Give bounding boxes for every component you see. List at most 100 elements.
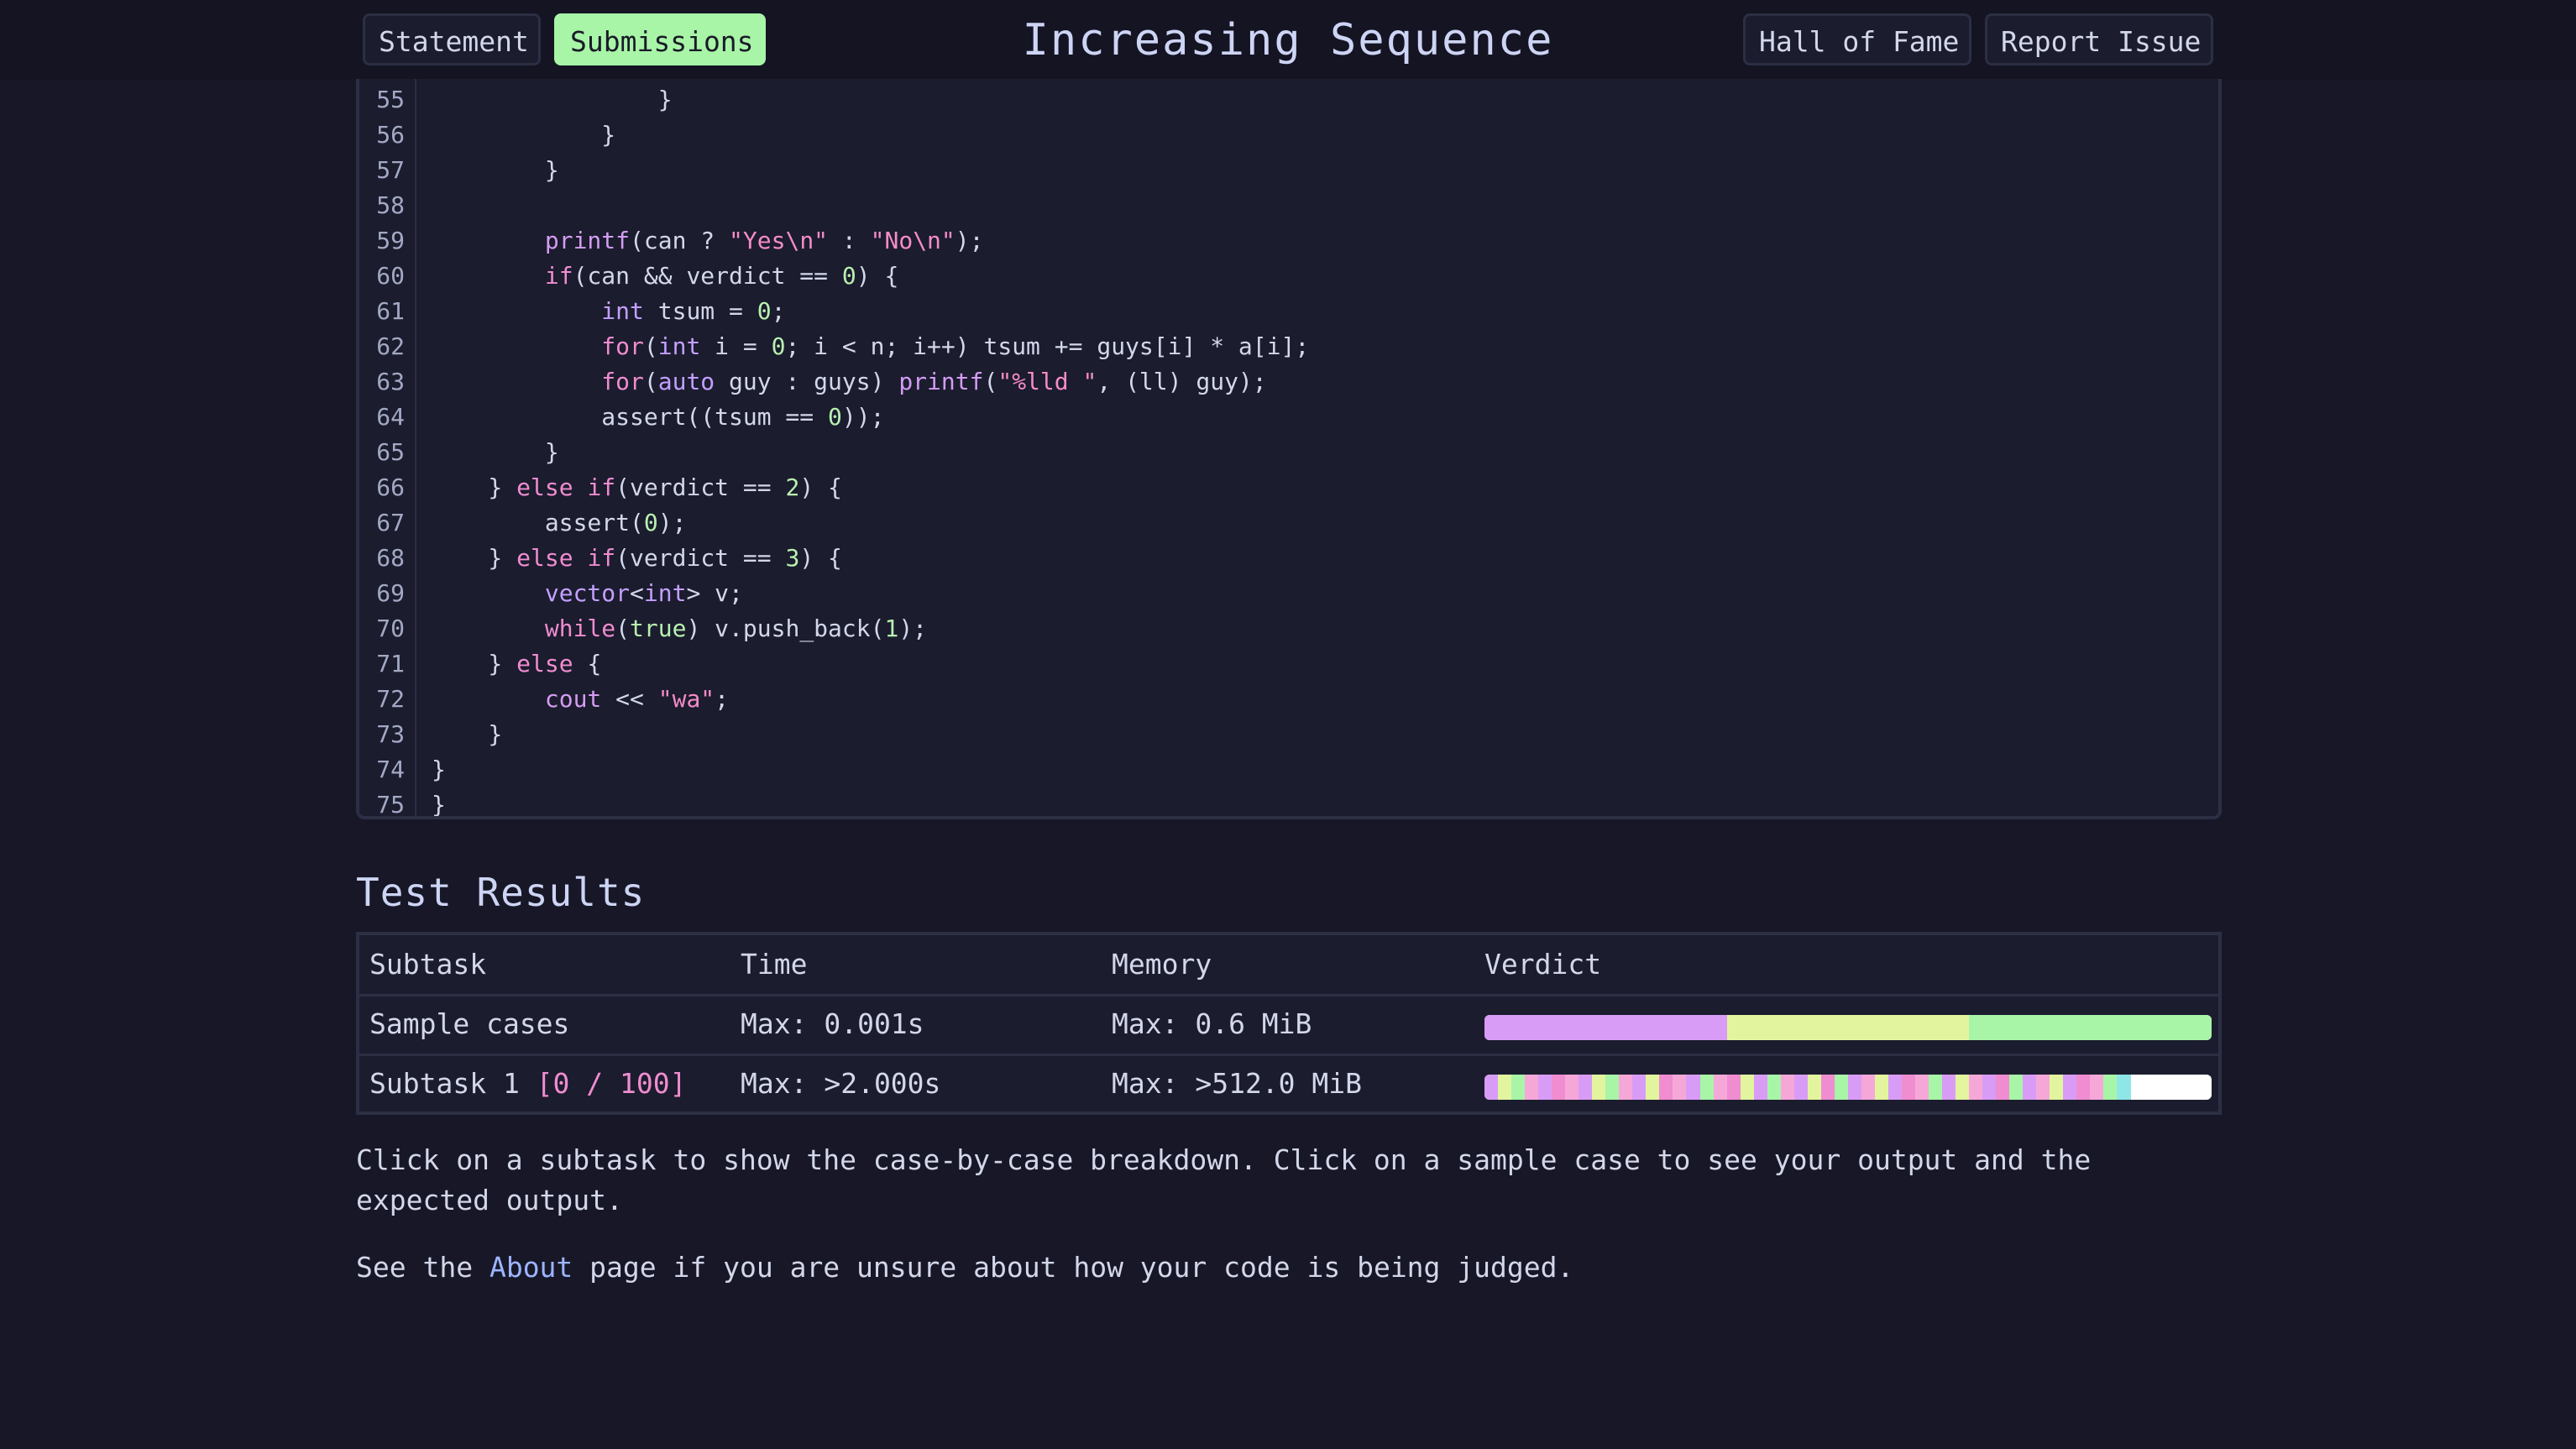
code-token: (verdict == xyxy=(615,544,786,572)
code-token: int xyxy=(601,297,644,325)
verdict-segment xyxy=(1753,1075,1767,1100)
subtask-score: [0 / 100] xyxy=(536,1067,687,1100)
line-number: 58 xyxy=(376,191,405,219)
code-token: } xyxy=(432,86,673,113)
code-token: int xyxy=(643,579,687,607)
code-text: for(int i = 0; i < n; i++) tsum += guys[… xyxy=(432,329,1309,364)
code-token: > v; xyxy=(686,579,743,607)
code-token: else xyxy=(516,473,573,501)
code-token: ( xyxy=(643,332,658,360)
code-token: 0 xyxy=(643,509,658,536)
code-text: } xyxy=(432,752,446,787)
about-link[interactable]: About xyxy=(490,1251,573,1284)
verdict-segment xyxy=(1969,1075,1983,1100)
verdict-segment xyxy=(2076,1075,2091,1100)
verdict-segment xyxy=(1632,1075,1647,1100)
code-token: } xyxy=(432,650,517,677)
verdict-segment xyxy=(2103,1075,2118,1100)
subtask-name: Subtask 1 xyxy=(369,1067,520,1100)
verdict-segment xyxy=(1686,1075,1700,1100)
code-token: assert((tsum == xyxy=(432,403,829,431)
code-token: if xyxy=(544,262,573,290)
hall-of-fame-button[interactable]: Hall of Fame xyxy=(1743,13,1971,65)
code-token: } xyxy=(432,756,446,783)
verdict-segment xyxy=(1713,1075,1727,1100)
verdict-segment xyxy=(1780,1075,1794,1100)
code-token: guy : guys) xyxy=(715,368,899,395)
about-note: See the About page if you are unsure abo… xyxy=(356,1248,2237,1288)
code-token: tsum = xyxy=(643,297,757,325)
code-token: ) { xyxy=(856,262,899,290)
verdict-segment xyxy=(2063,1075,2077,1100)
code-text: vector<int> v; xyxy=(432,576,743,611)
code-token: 0 xyxy=(828,403,842,431)
code-token: printf xyxy=(898,368,984,395)
line-number: 66 xyxy=(376,473,405,501)
verdict-segment xyxy=(1861,1075,1875,1100)
code-token: cout xyxy=(544,685,602,713)
line-number: 69 xyxy=(376,579,405,607)
header-subtask: Subtask xyxy=(369,948,487,981)
code-token: for xyxy=(601,368,644,395)
verdict-segment xyxy=(1525,1075,1539,1100)
subtask-1-row[interactable]: Subtask 1 [0 / 100] Max: >2.000s Max: >5… xyxy=(359,1054,2218,1113)
verdict-segment xyxy=(1956,1075,1970,1100)
code-token: << xyxy=(601,685,658,713)
report-issue-button[interactable]: Report Issue xyxy=(1985,13,2213,65)
header-time: Time xyxy=(741,948,808,981)
code-token: auto xyxy=(657,368,715,395)
verdict-segment xyxy=(1915,1075,1929,1100)
line-number: 73 xyxy=(376,720,405,748)
statement-tab[interactable]: Statement xyxy=(363,13,541,65)
code-token: : xyxy=(828,227,871,254)
line-number: 59 xyxy=(376,227,405,254)
code-token: (can ? xyxy=(630,227,730,254)
subtask-time: Max: 0.001s xyxy=(741,1007,924,1040)
verdict-segment xyxy=(1726,1015,1970,1040)
code-token: if xyxy=(587,544,616,572)
subtask-memory: Max: >512.0 MiB xyxy=(1112,1067,1363,1100)
code-token: assert( xyxy=(432,509,644,536)
submissions-tab[interactable]: Submissions xyxy=(554,13,766,65)
code-token: ) v.push_back( xyxy=(686,615,885,642)
subtask-name-cell: Subtask 1 [0 / 100] xyxy=(369,1054,687,1113)
verdict-segment xyxy=(1659,1075,1673,1100)
code-token: } xyxy=(432,121,616,149)
verdict-segment xyxy=(1484,1075,1499,1100)
line-number: 56 xyxy=(376,121,405,149)
code-text: assert((tsum == 0)); xyxy=(432,400,884,435)
code-text: } else if(verdict == 3) { xyxy=(432,541,842,576)
verdict-segment xyxy=(1619,1075,1633,1100)
verdict-segment xyxy=(1982,1075,1997,1100)
code-text: } else { xyxy=(432,646,601,682)
line-number: 64 xyxy=(376,403,405,431)
verdict-segment xyxy=(1538,1075,1552,1100)
verdict-segment xyxy=(1996,1075,2010,1100)
code-token: int xyxy=(657,332,701,360)
code-token: 0 xyxy=(841,262,856,290)
code-text: } xyxy=(432,717,502,752)
code-token: ) { xyxy=(799,544,842,572)
code-token: else xyxy=(516,544,573,572)
verdict-segment xyxy=(1552,1075,1566,1100)
code-text: } else if(verdict == 2) { xyxy=(432,470,841,505)
code-text: } xyxy=(432,435,559,470)
verdict-segment xyxy=(1834,1075,1848,1100)
verdict-segment xyxy=(1565,1075,1579,1100)
results-header-row: Subtask Time Memory Verdict xyxy=(359,935,2218,997)
line-number: 71 xyxy=(376,650,405,677)
sample-cases-row[interactable]: Sample cases Max: 0.001s Max: 0.6 MiB xyxy=(359,995,2218,1056)
line-number: 68 xyxy=(376,544,405,572)
code-text: cout << "wa"; xyxy=(432,682,729,717)
line-number: 61 xyxy=(376,297,405,325)
line-number: 70 xyxy=(376,615,405,642)
line-number: 65 xyxy=(376,438,405,466)
code-text: int tsum = 0; xyxy=(432,294,785,329)
code-token: 2 xyxy=(785,473,800,501)
verdict-segment xyxy=(1646,1075,1660,1100)
